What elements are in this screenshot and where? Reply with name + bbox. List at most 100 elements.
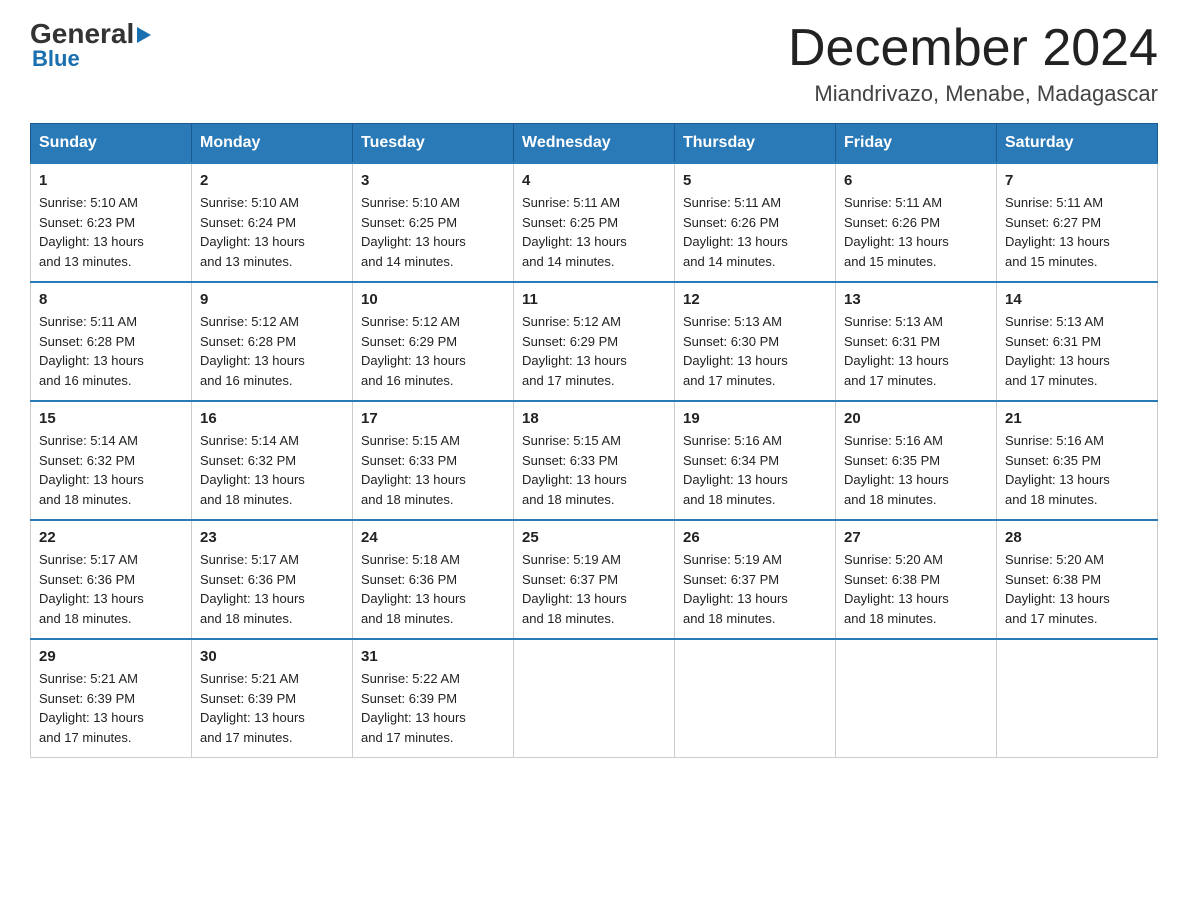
day-number: 7: [1005, 172, 1149, 189]
day-info: Sunrise: 5:16 AMSunset: 6:35 PMDaylight:…: [844, 431, 988, 509]
calendar-cell: 4 Sunrise: 5:11 AMSunset: 6:25 PMDaylight…: [514, 163, 675, 282]
calendar-cell: 28 Sunrise: 5:20 AMSunset: 6:38 PMDayligh…: [997, 520, 1158, 639]
day-number: 1: [39, 172, 183, 189]
day-number: 24: [361, 529, 505, 546]
calendar-cell: 13Sunrise: 5:13 AMSunset: 6:31 PMDayligh…: [836, 282, 997, 401]
calendar-cell: 31 Sunrise: 5:22 AMSunset: 6:39 PMDayligh…: [353, 639, 514, 758]
day-info: Sunrise: 5:12 AMSunset: 6:29 PMDaylight:…: [361, 312, 505, 390]
col-friday: Friday: [836, 124, 997, 164]
day-info: Sunrise: 5:21 AMSunset: 6:39 PMDaylight:…: [39, 669, 183, 747]
calendar-cell: 6 Sunrise: 5:11 AMSunset: 6:26 PMDaylight…: [836, 163, 997, 282]
calendar-cell: 10 Sunrise: 5:12 AMSunset: 6:29 PMDayligh…: [353, 282, 514, 401]
day-info: Sunrise: 5:14 AMSunset: 6:32 PMDaylight:…: [200, 431, 344, 509]
calendar-cell: 11Sunrise: 5:12 AMSunset: 6:29 PMDayligh…: [514, 282, 675, 401]
calendar-body: 1Sunrise: 5:10 AMSunset: 6:23 PMDaylight…: [31, 163, 1158, 758]
day-info: Sunrise: 5:13 AMSunset: 6:31 PMDaylight:…: [1005, 312, 1149, 390]
calendar-cell: 15 Sunrise: 5:14 AMSunset: 6:32 PMDayligh…: [31, 401, 192, 520]
day-number: 14: [1005, 291, 1149, 308]
page-header: General Blue December 2024 Miandrivazo, …: [30, 20, 1158, 107]
calendar-cell: 14 Sunrise: 5:13 AMSunset: 6:31 PMDayligh…: [997, 282, 1158, 401]
day-info: Sunrise: 5:22 AMSunset: 6:39 PMDaylight:…: [361, 669, 505, 747]
calendar-week-row: 8Sunrise: 5:11 AMSunset: 6:28 PMDaylight…: [31, 282, 1158, 401]
calendar-cell: 23 Sunrise: 5:17 AMSunset: 6:36 PMDayligh…: [192, 520, 353, 639]
col-tuesday: Tuesday: [353, 124, 514, 164]
day-number: 19: [683, 410, 827, 427]
calendar-cell: 29 Sunrise: 5:21 AMSunset: 6:39 PMDayligh…: [31, 639, 192, 758]
calendar-cell: 2 Sunrise: 5:10 AMSunset: 6:24 PMDaylight…: [192, 163, 353, 282]
day-info: Sunrise: 5:20 AMSunset: 6:38 PMDaylight:…: [1005, 550, 1149, 628]
calendar-cell: 16 Sunrise: 5:14 AMSunset: 6:32 PMDayligh…: [192, 401, 353, 520]
day-number: 13: [844, 291, 988, 308]
col-monday: Monday: [192, 124, 353, 164]
calendar-cell: 17 Sunrise: 5:15 AMSunset: 6:33 PMDayligh…: [353, 401, 514, 520]
day-info: Sunrise: 5:11 AMSunset: 6:28 PMDaylight:…: [39, 312, 183, 390]
day-info: Sunrise: 5:21 AMSunset: 6:39 PMDaylight:…: [200, 669, 344, 747]
day-info: Sunrise: 5:16 AMSunset: 6:34 PMDaylight:…: [683, 431, 827, 509]
day-info: Sunrise: 5:20 AMSunset: 6:38 PMDaylight:…: [844, 550, 988, 628]
logo-text-general: General: [30, 20, 134, 48]
calendar-cell: 12Sunrise: 5:13 AMSunset: 6:30 PMDayligh…: [675, 282, 836, 401]
calendar-week-row: 1Sunrise: 5:10 AMSunset: 6:23 PMDaylight…: [31, 163, 1158, 282]
day-info: Sunrise: 5:15 AMSunset: 6:33 PMDaylight:…: [522, 431, 666, 509]
calendar-cell: 8Sunrise: 5:11 AMSunset: 6:28 PMDaylight…: [31, 282, 192, 401]
calendar-cell: 9Sunrise: 5:12 AMSunset: 6:28 PMDaylight…: [192, 282, 353, 401]
col-wednesday: Wednesday: [514, 124, 675, 164]
calendar-week-row: 29 Sunrise: 5:21 AMSunset: 6:39 PMDayligh…: [31, 639, 1158, 758]
day-number: 10: [361, 291, 505, 308]
calendar-cell: 24 Sunrise: 5:18 AMSunset: 6:36 PMDayligh…: [353, 520, 514, 639]
day-number: 21: [1005, 410, 1149, 427]
calendar-cell: 1Sunrise: 5:10 AMSunset: 6:23 PMDaylight…: [31, 163, 192, 282]
location-subtitle: Miandrivazo, Menabe, Madagascar: [788, 81, 1158, 107]
calendar-cell: [836, 639, 997, 758]
logo-text-blue: Blue: [32, 46, 80, 72]
day-number: 22: [39, 529, 183, 546]
day-info: Sunrise: 5:10 AMSunset: 6:25 PMDaylight:…: [361, 193, 505, 271]
calendar-cell: 21 Sunrise: 5:16 AMSunset: 6:35 PMDayligh…: [997, 401, 1158, 520]
logo: General Blue: [30, 20, 151, 72]
day-number: 6: [844, 172, 988, 189]
day-number: 4: [522, 172, 666, 189]
day-info: Sunrise: 5:15 AMSunset: 6:33 PMDaylight:…: [361, 431, 505, 509]
day-info: Sunrise: 5:13 AMSunset: 6:30 PMDaylight:…: [683, 312, 827, 390]
day-number: 17: [361, 410, 505, 427]
calendar-cell: 7Sunrise: 5:11 AMSunset: 6:27 PMDaylight…: [997, 163, 1158, 282]
day-number: 27: [844, 529, 988, 546]
calendar-cell: 22Sunrise: 5:17 AMSunset: 6:36 PMDayligh…: [31, 520, 192, 639]
day-info: Sunrise: 5:16 AMSunset: 6:35 PMDaylight:…: [1005, 431, 1149, 509]
calendar-week-row: 22 Sunrise: 5:17 AMSunset: 6:36 PMDayligh…: [31, 520, 1158, 639]
day-info: Sunrise: 5:17 AMSunset: 6:36 PMDaylight:…: [200, 550, 344, 628]
day-number: 29: [39, 648, 183, 665]
calendar-header-row: Sunday Monday Tuesday Wednesday Thursday…: [31, 124, 1158, 164]
day-number: 16: [200, 410, 344, 427]
day-number: 26: [683, 529, 827, 546]
day-number: 25: [522, 529, 666, 546]
day-number: 2: [200, 172, 344, 189]
day-number: 28: [1005, 529, 1149, 546]
calendar-cell: 25 Sunrise: 5:19 AMSunset: 6:37 PMDayligh…: [514, 520, 675, 639]
day-number: 31: [361, 648, 505, 665]
calendar-cell: 18Sunrise: 5:15 AMSunset: 6:33 PMDayligh…: [514, 401, 675, 520]
calendar-cell: 20Sunrise: 5:16 AMSunset: 6:35 PMDayligh…: [836, 401, 997, 520]
calendar-table: Sunday Monday Tuesday Wednesday Thursday…: [30, 123, 1158, 758]
day-info: Sunrise: 5:18 AMSunset: 6:36 PMDaylight:…: [361, 550, 505, 628]
day-info: Sunrise: 5:14 AMSunset: 6:32 PMDaylight:…: [39, 431, 183, 509]
day-info: Sunrise: 5:19 AMSunset: 6:37 PMDaylight:…: [683, 550, 827, 628]
day-number: 3: [361, 172, 505, 189]
calendar-cell: 26 Sunrise: 5:19 AMSunset: 6:37 PMDayligh…: [675, 520, 836, 639]
day-number: 11: [522, 291, 666, 308]
day-info: Sunrise: 5:19 AMSunset: 6:37 PMDaylight:…: [522, 550, 666, 628]
day-number: 30: [200, 648, 344, 665]
calendar-cell: 19 Sunrise: 5:16 AMSunset: 6:34 PMDayligh…: [675, 401, 836, 520]
calendar-cell: 5Sunrise: 5:11 AMSunset: 6:26 PMDaylight…: [675, 163, 836, 282]
day-info: Sunrise: 5:11 AMSunset: 6:26 PMDaylight:…: [683, 193, 827, 271]
title-block: December 2024 Miandrivazo, Menabe, Madag…: [788, 20, 1158, 107]
day-info: Sunrise: 5:10 AMSunset: 6:24 PMDaylight:…: [200, 193, 344, 271]
day-number: 15: [39, 410, 183, 427]
day-info: Sunrise: 5:11 AMSunset: 6:26 PMDaylight:…: [844, 193, 988, 271]
calendar-cell: 27 Sunrise: 5:20 AMSunset: 6:38 PMDayligh…: [836, 520, 997, 639]
calendar-week-row: 15 Sunrise: 5:14 AMSunset: 6:32 PMDayligh…: [31, 401, 1158, 520]
day-info: Sunrise: 5:12 AMSunset: 6:28 PMDaylight:…: [200, 312, 344, 390]
day-info: Sunrise: 5:11 AMSunset: 6:25 PMDaylight:…: [522, 193, 666, 271]
month-title: December 2024: [788, 20, 1158, 77]
day-number: 23: [200, 529, 344, 546]
